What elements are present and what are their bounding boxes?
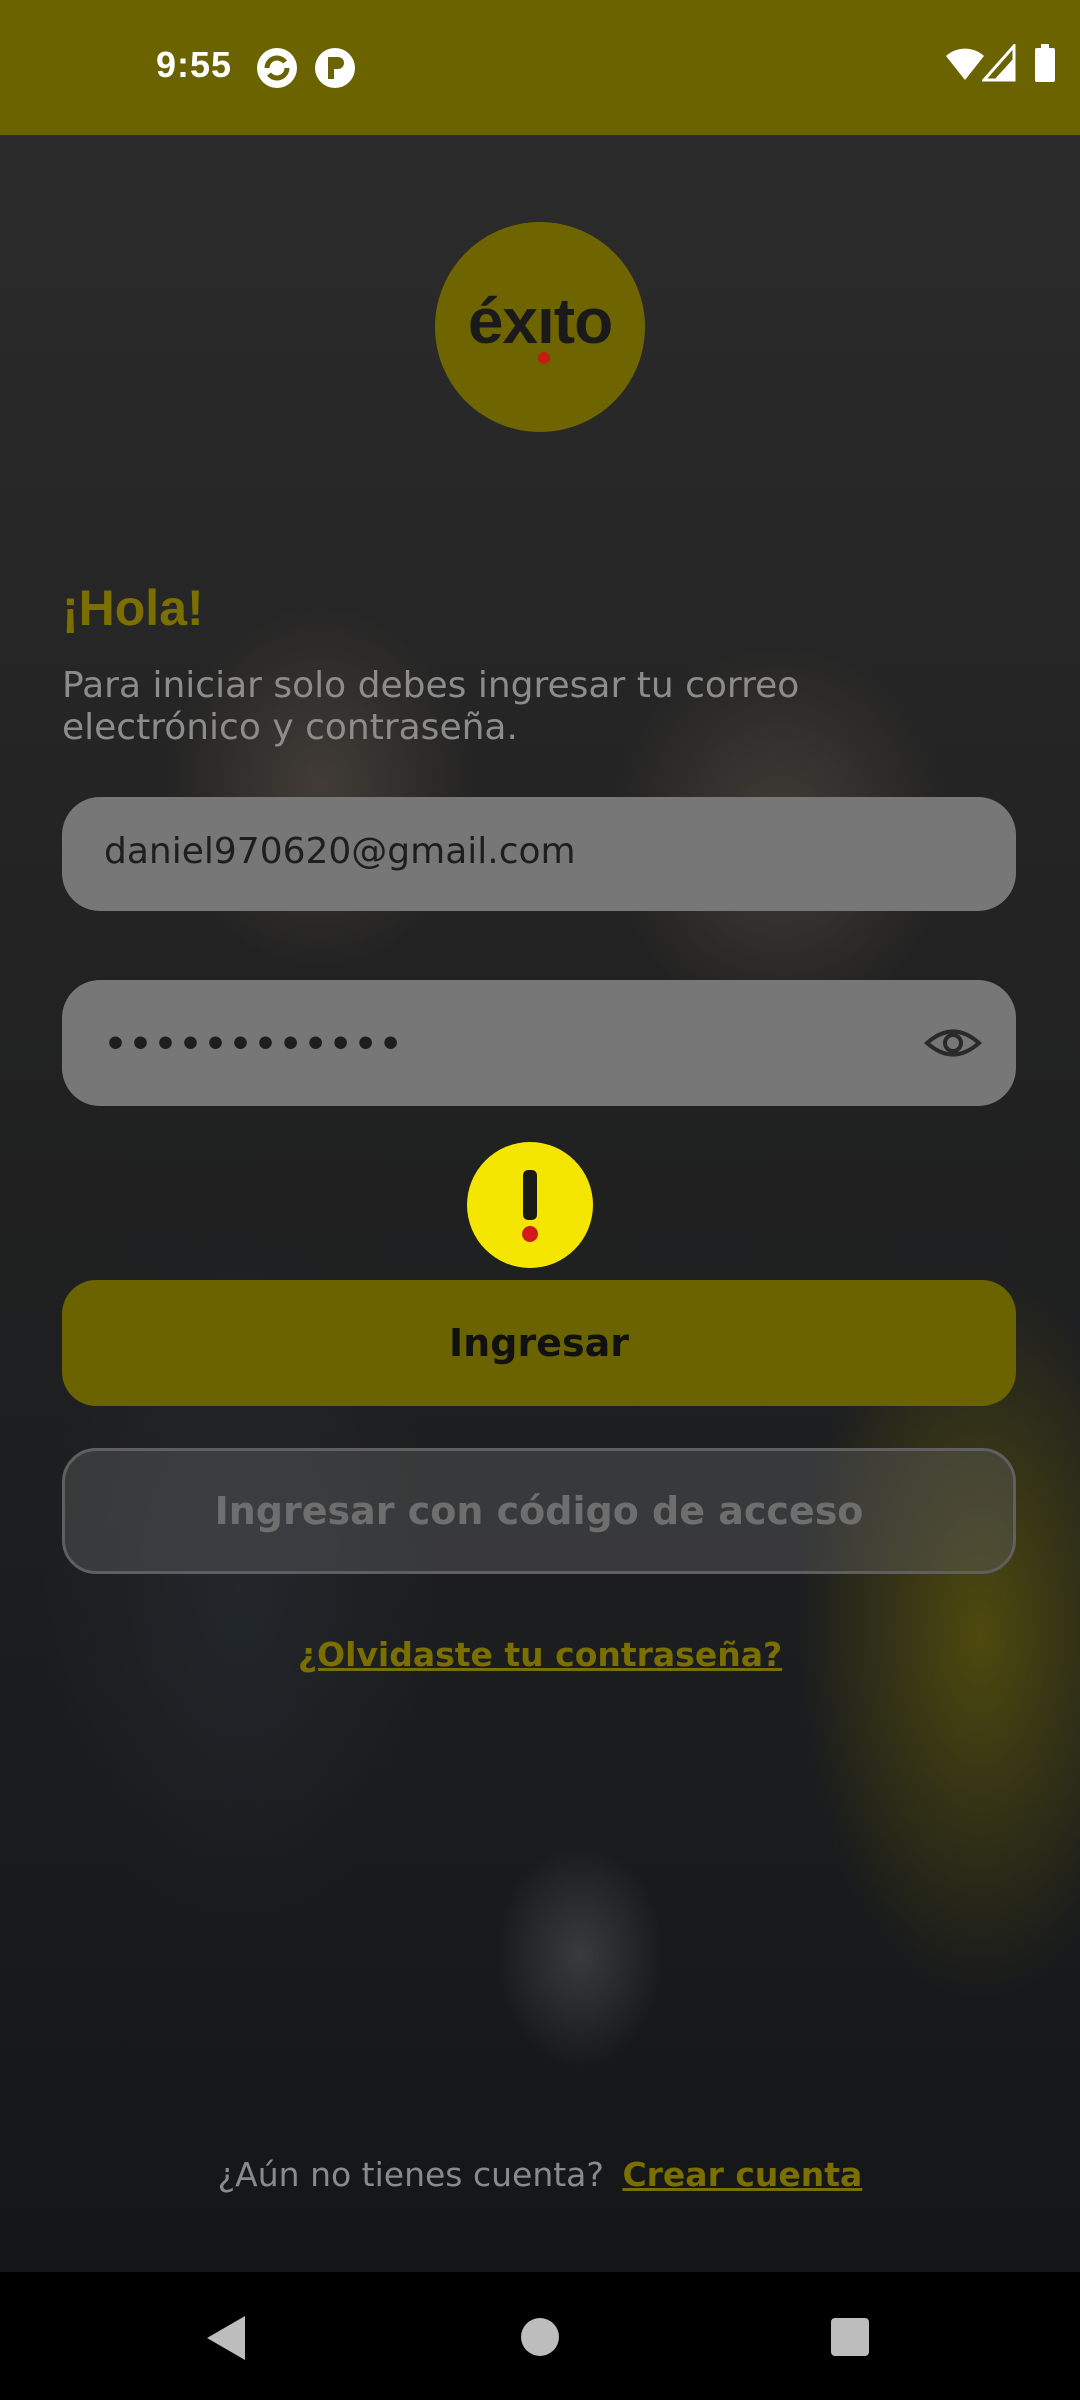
signup-prompt: ¿Aún no tienes cuenta? Crear cuenta <box>0 2155 1080 2194</box>
home-icon[interactable] <box>521 2318 559 2356</box>
battery-icon <box>1035 44 1055 82</box>
signup-question: ¿Aún no tienes cuenta? <box>217 2155 604 2194</box>
create-account-link[interactable]: Crear cuenta <box>622 2155 862 2194</box>
recents-icon[interactable] <box>831 2318 869 2356</box>
logo-text: éxıto <box>467 285 613 357</box>
exito-logo: éxıto <box>435 222 645 432</box>
greeting-subtitle: Para iniciar solo debes ingresar tu corr… <box>62 665 800 748</box>
password-field[interactable]: •••••••••••• <box>62 980 1016 1106</box>
access-code-button[interactable]: Ingresar con código de acceso <box>62 1448 1016 1574</box>
exclamation-icon <box>467 1142 593 1268</box>
logo-dot <box>538 352 550 364</box>
status-bar: 9:55 <box>0 0 1080 135</box>
cell-signal-icon <box>982 44 1016 82</box>
greeting-heading: ¡Hola! <box>62 580 204 636</box>
login-button[interactable]: Ingresar <box>62 1280 1016 1406</box>
email-value: daniel970620@gmail.com <box>104 831 576 872</box>
back-icon[interactable] <box>203 2314 249 2362</box>
eye-icon[interactable] <box>924 1018 982 1068</box>
email-field[interactable]: daniel970620@gmail.com <box>62 797 1016 911</box>
login-screen: éxıto ¡Hola! Para iniciar solo debes ing… <box>0 135 1080 2272</box>
sync-app-icon <box>257 48 297 88</box>
status-time: 9:55 <box>156 44 233 85</box>
pocket-app-icon <box>315 48 355 88</box>
wifi-icon <box>946 48 984 80</box>
forgot-password-link[interactable]: ¿Olvidaste tu contraseña? <box>0 1635 1080 1674</box>
navigation-bar <box>0 2272 1080 2400</box>
password-value: •••••••••••• <box>104 1024 405 1065</box>
